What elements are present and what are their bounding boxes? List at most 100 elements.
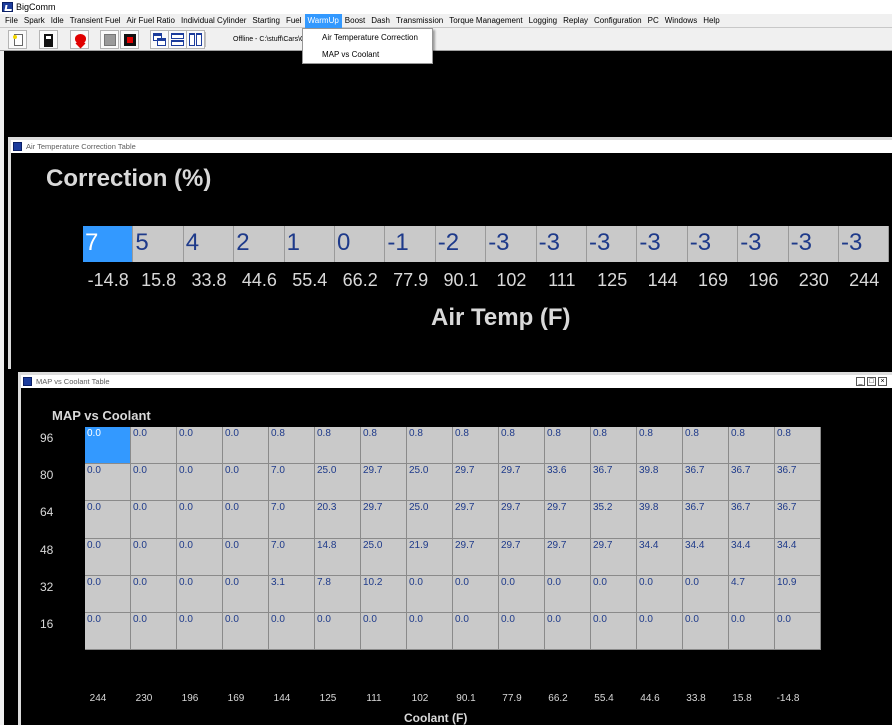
menu-boost[interactable]: Boost: [342, 14, 368, 28]
map-table-cell[interactable]: 0.0: [177, 427, 223, 465]
map-table-cell[interactable]: 0.8: [591, 427, 637, 465]
map-table-cell[interactable]: 0.0: [545, 575, 591, 613]
map-table-cell[interactable]: 0.0: [269, 613, 315, 651]
map-table-cell[interactable]: 0.8: [729, 427, 775, 465]
map-table-cell[interactable]: 20.3: [315, 501, 361, 539]
tile-vertical-icon[interactable]: [186, 30, 205, 49]
map-table-cell[interactable]: 0.0: [177, 575, 223, 613]
map-table-cell[interactable]: 0.0: [407, 575, 453, 613]
map-table-cell[interactable]: 0.0: [223, 538, 269, 576]
map-table-cell[interactable]: 10.2: [361, 575, 407, 613]
map-table-cell[interactable]: 0.0: [499, 575, 545, 613]
correction-cell[interactable]: -3: [839, 226, 890, 262]
map-table-cell[interactable]: 0.0: [85, 613, 131, 651]
map-table-cell[interactable]: 29.7: [361, 501, 407, 539]
map-table-cell[interactable]: 0.8: [269, 427, 315, 465]
map-table-cell[interactable]: 29.7: [545, 501, 591, 539]
map-table-cell[interactable]: 0.0: [131, 427, 177, 465]
cascade-windows-icon[interactable]: [150, 30, 169, 49]
map-table-cell[interactable]: 0.0: [131, 464, 177, 502]
menu-torque-management[interactable]: Torque Management: [446, 14, 525, 28]
map-table-cell[interactable]: 0.8: [453, 427, 499, 465]
map-table-cell[interactable]: 34.4: [775, 538, 821, 576]
menu-idle[interactable]: Idle: [48, 14, 67, 28]
map-table-cell[interactable]: 0.8: [407, 427, 453, 465]
map-table-cell[interactable]: 35.2: [591, 501, 637, 539]
map-table-cell[interactable]: 25.0: [407, 501, 453, 539]
map-table-cell[interactable]: 0.0: [85, 464, 131, 502]
menu-fuel[interactable]: Fuel: [283, 14, 305, 28]
map-table-cell[interactable]: 0.0: [637, 575, 683, 613]
minimize-icon[interactable]: _: [856, 377, 865, 386]
menu-logging[interactable]: Logging: [526, 14, 560, 28]
new-file-icon[interactable]: [8, 30, 27, 49]
map-table-cell[interactable]: 34.4: [729, 538, 775, 576]
map-table-cell[interactable]: 0.0: [453, 613, 499, 651]
map-table-cell[interactable]: 34.4: [683, 538, 729, 576]
map-table-cell[interactable]: 7.0: [269, 538, 315, 576]
map-table-cell[interactable]: 0.0: [85, 427, 131, 465]
map-table-cell[interactable]: 7.0: [269, 464, 315, 502]
map-table-cell[interactable]: 0.0: [85, 501, 131, 539]
map-table-cell[interactable]: 29.7: [499, 501, 545, 539]
map-table-cell[interactable]: 0.0: [223, 501, 269, 539]
menu-windows[interactable]: Windows: [662, 14, 700, 28]
map-table-cell[interactable]: 36.7: [729, 464, 775, 502]
menu-help[interactable]: Help: [700, 14, 722, 28]
correction-cell[interactable]: -3: [738, 226, 789, 262]
map-table-cell[interactable]: 0.0: [453, 575, 499, 613]
map-table-cell[interactable]: 0.0: [683, 575, 729, 613]
map-table-cell[interactable]: 29.7: [361, 464, 407, 502]
correction-cell[interactable]: -3: [687, 226, 739, 262]
fuel-pump-icon[interactable]: [39, 30, 58, 49]
maximize-icon[interactable]: □: [867, 377, 876, 386]
map-table-cell[interactable]: 36.7: [775, 464, 821, 502]
map-table-cell[interactable]: 0.0: [177, 538, 223, 576]
map-table-cell[interactable]: 29.7: [545, 538, 591, 576]
map-table-cell[interactable]: 21.9: [407, 538, 453, 576]
map-table-cell[interactable]: 36.7: [683, 501, 729, 539]
map-table-cell[interactable]: 36.7: [729, 501, 775, 539]
map-table-cell[interactable]: 36.7: [591, 464, 637, 502]
map-table-cell[interactable]: 0.0: [131, 613, 177, 651]
map-table-cell[interactable]: 0.0: [177, 613, 223, 651]
map-table-cell[interactable]: 0.8: [683, 427, 729, 465]
map-table-cell[interactable]: 0.0: [775, 613, 821, 651]
correction-cell[interactable]: -3: [536, 226, 587, 262]
map-table-cell[interactable]: 36.7: [775, 501, 821, 539]
map-table-cell[interactable]: 0.8: [315, 427, 361, 465]
heart-icon[interactable]: [70, 30, 89, 49]
map-table-cell[interactable]: 10.9: [775, 575, 821, 613]
map-table-cell[interactable]: 0.0: [729, 613, 775, 651]
menu-spark[interactable]: Spark: [21, 14, 48, 28]
map-table-cell[interactable]: 0.0: [315, 613, 361, 651]
map-table-cell[interactable]: 0.0: [407, 613, 453, 651]
correction-cell[interactable]: -3: [637, 226, 688, 262]
menu-starting[interactable]: Starting: [249, 14, 283, 28]
map-table-cell[interactable]: 0.8: [775, 427, 821, 465]
map-table-cell[interactable]: 4.7: [729, 575, 775, 613]
menu-warmup[interactable]: WarmUp: [304, 13, 342, 28]
map-table-cell[interactable]: 0.0: [637, 613, 683, 651]
map-table-cell[interactable]: 0.0: [499, 613, 545, 651]
correction-cell[interactable]: 7: [83, 226, 134, 262]
correction-cell[interactable]: 5: [133, 226, 184, 262]
correction-cell[interactable]: 0: [335, 226, 386, 262]
map-table-cell[interactable]: 34.4: [637, 538, 683, 576]
map-table-cell[interactable]: 0.0: [223, 613, 269, 651]
map-table-cell[interactable]: 0.0: [545, 613, 591, 651]
map-table-cell[interactable]: 29.7: [591, 538, 637, 576]
chip-icon[interactable]: [120, 30, 139, 49]
map-table-cell[interactable]: 0.0: [223, 427, 269, 465]
menu-transmission[interactable]: Transmission: [393, 14, 446, 28]
menu-file[interactable]: File: [2, 14, 21, 28]
map-table-cell[interactable]: 7.8: [315, 575, 361, 613]
correction-cell[interactable]: 1: [284, 226, 335, 262]
correction-cell[interactable]: 4: [183, 226, 235, 262]
correction-cell[interactable]: 2: [234, 226, 285, 262]
menu-configuration[interactable]: Configuration: [591, 14, 645, 28]
correction-cell[interactable]: -3: [486, 226, 537, 262]
map-table-cell[interactable]: 29.7: [453, 538, 499, 576]
map-table-cell[interactable]: 0.0: [683, 613, 729, 651]
map-table-cell[interactable]: 0.0: [85, 538, 131, 576]
